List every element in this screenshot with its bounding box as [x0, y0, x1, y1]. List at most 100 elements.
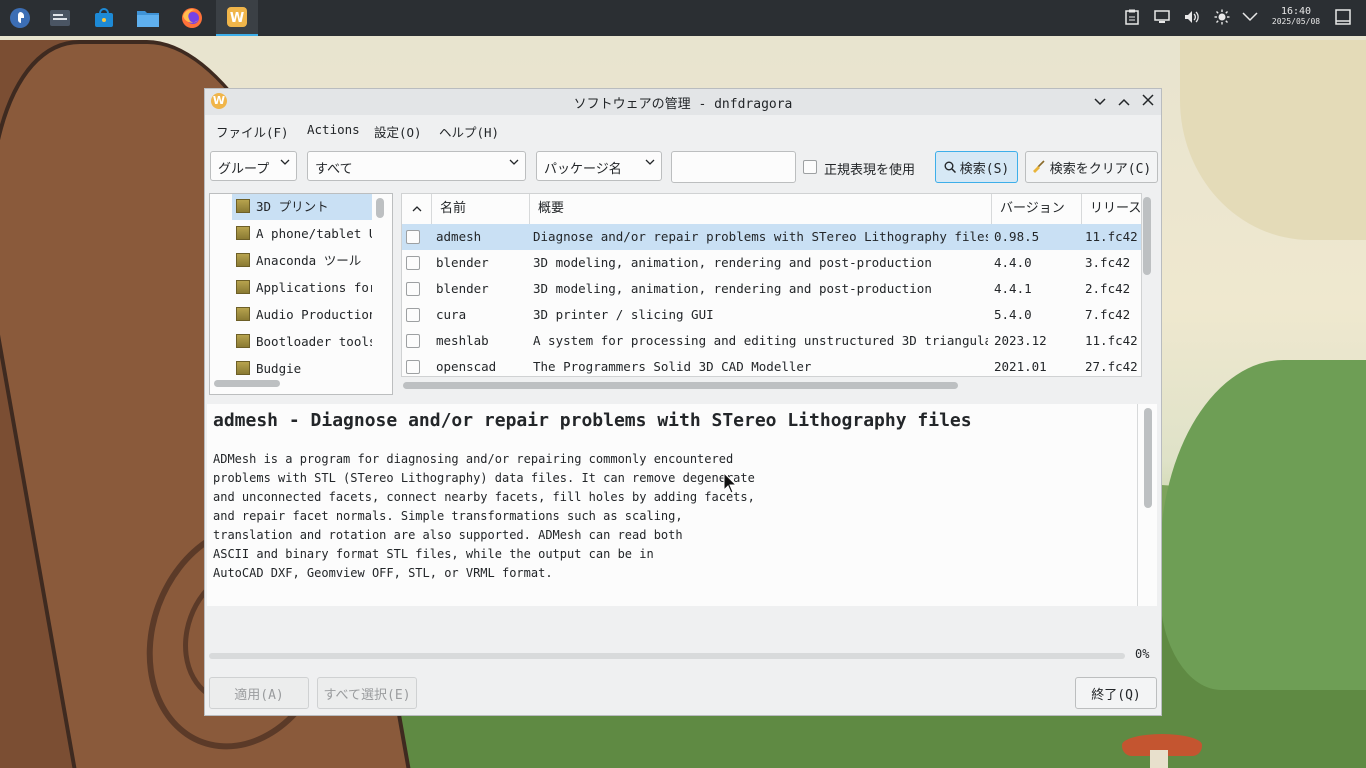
software-store-icon[interactable] — [84, 0, 124, 36]
cell-version: 4.4.0 — [994, 255, 1032, 270]
search-icon — [944, 161, 956, 173]
description-scrollbar[interactable] — [1144, 408, 1152, 508]
column-header-summary[interactable]: 概要 — [530, 194, 992, 224]
firefox-icon[interactable] — [172, 0, 212, 36]
cell-name: openscad — [436, 359, 497, 374]
apply-button[interactable]: 適用(A) — [209, 677, 309, 709]
menu-actions[interactable]: Actions — [307, 122, 360, 137]
group-icon — [236, 307, 250, 321]
group-item[interactable]: A phone/tablet UX — [232, 221, 372, 247]
group-icon — [236, 280, 250, 294]
menu-settings[interactable]: 設定(O) — [374, 122, 422, 141]
table-row[interactable]: admesh Diagnose and/or repair problems w… — [402, 224, 1141, 250]
cell-version: 2021.01 — [994, 359, 1047, 374]
cell-name: cura — [436, 307, 467, 322]
clear-search-button[interactable]: 検索をクリア(C) — [1025, 151, 1158, 183]
search-input[interactable] — [671, 151, 796, 183]
minimize-icon[interactable] — [1091, 93, 1109, 111]
table-row[interactable]: blender 3D modeling, animation, renderin… — [402, 250, 1141, 276]
menu-help[interactable]: ヘルプ(H) — [439, 122, 499, 141]
status-combo[interactable]: すべて — [307, 151, 526, 181]
row-checkbox[interactable] — [406, 256, 420, 270]
chevron-down-icon — [645, 159, 655, 165]
search-button-label: 検索(S) — [959, 161, 1010, 177]
row-checkbox[interactable] — [406, 308, 420, 322]
regex-label: 正規表現を使用 — [824, 163, 916, 178]
group-icon — [236, 334, 250, 348]
chevron-down-icon[interactable] — [1241, 8, 1259, 26]
description-body: ADMesh is a program for diagnosing and/o… — [213, 452, 755, 580]
group-tree[interactable]: 3D プリント A phone/tablet UX Anaconda ツール A… — [209, 193, 393, 395]
clock[interactable]: 16:40 2025/05/08 — [1264, 7, 1328, 27]
column-header-name[interactable]: 名前 — [432, 194, 530, 224]
cell-release: 11.fc42 — [1085, 229, 1138, 244]
broom-icon — [1032, 160, 1045, 173]
tree-horizontal-scrollbar[interactable] — [214, 380, 280, 387]
volume-icon[interactable] — [1183, 8, 1201, 26]
sort-column-header[interactable] — [402, 194, 432, 224]
table-horizontal-scrollbar[interactable] — [403, 382, 958, 389]
cell-version: 0.98.5 — [994, 229, 1040, 244]
cell-name: admesh — [436, 229, 482, 244]
clear-search-button-label: 検索をクリア(C) — [1049, 161, 1152, 177]
cell-summary: 3D modeling, animation, rendering and po… — [533, 281, 932, 296]
cell-version: 4.4.1 — [994, 281, 1032, 296]
group-icon — [236, 226, 250, 240]
title-bar[interactable]: W ソフトウェアの管理 - dnfdragora — [205, 89, 1161, 115]
group-item[interactable]: Audio Production — [232, 302, 372, 328]
task-manager-icon[interactable] — [40, 0, 80, 36]
menu-file[interactable]: ファイル(F) — [216, 122, 289, 141]
cell-release: 11.fc42 — [1085, 333, 1138, 348]
table-row[interactable]: cura 3D printer / slicing GUI 5.4.0 7.fc… — [402, 302, 1141, 328]
search-button[interactable]: 検索(S) — [935, 151, 1018, 183]
table-row[interactable]: openscad The Programmers Solid 3D CAD Mo… — [402, 354, 1141, 376]
group-item[interactable]: Bootloader tools t — [232, 329, 372, 355]
group-item[interactable]: 3D プリント — [232, 194, 372, 220]
column-header-version[interactable]: バージョン — [992, 194, 1082, 224]
clipboard-icon[interactable] — [1123, 8, 1141, 26]
table-vertical-scrollbar[interactable] — [1143, 197, 1151, 275]
column-header-release[interactable]: リリース — [1082, 194, 1141, 224]
search-field-combo[interactable]: パッケージ名 — [536, 151, 662, 181]
window-title: ソフトウェアの管理 - dnfdragora — [573, 97, 793, 112]
group-item[interactable]: Budgie — [232, 356, 372, 382]
progress-text: 0% — [1135, 647, 1150, 661]
clock-date: 2025/05/08 — [1271, 17, 1321, 26]
cell-summary: 3D printer / slicing GUI — [533, 307, 714, 322]
chevron-down-icon — [509, 159, 519, 165]
mouse-cursor-icon — [723, 472, 737, 494]
cell-summary: The Programmers Solid 3D CAD Modeller — [533, 359, 812, 374]
row-checkbox[interactable] — [406, 334, 420, 348]
select-all-button[interactable]: すべて選択(E) — [317, 677, 417, 709]
group-icon — [236, 253, 250, 267]
group-item[interactable]: Applications for t — [232, 275, 372, 301]
taskbar: W 16:40 2025/05/08 — [0, 0, 1366, 36]
maximize-icon[interactable] — [1115, 93, 1133, 111]
fedora-launcher-icon[interactable] — [0, 0, 40, 36]
svg-text:W: W — [230, 11, 244, 26]
row-checkbox[interactable] — [406, 282, 420, 296]
brightness-icon[interactable] — [1213, 8, 1231, 26]
cell-release: 7.fc42 — [1085, 307, 1131, 322]
close-icon[interactable] — [1139, 93, 1157, 111]
regex-checkbox[interactable] — [803, 160, 817, 174]
status-combo-value: すべて — [315, 162, 353, 177]
group-combo[interactable]: グループ — [210, 151, 297, 181]
dnfdragora-icon[interactable]: W — [216, 0, 258, 36]
tree-vertical-scrollbar[interactable] — [376, 198, 384, 218]
cell-name: blender — [436, 255, 489, 270]
row-checkbox[interactable] — [406, 230, 420, 244]
group-icon — [236, 199, 250, 213]
show-desktop-icon[interactable] — [1334, 8, 1352, 26]
cell-name: meshlab — [436, 333, 489, 348]
network-icon[interactable] — [1153, 8, 1171, 26]
file-manager-icon[interactable] — [128, 0, 168, 36]
cell-summary: A system for processing and editing unst… — [533, 333, 988, 348]
table-row[interactable]: blender 3D modeling, animation, renderin… — [402, 276, 1141, 302]
table-row[interactable]: meshlab A system for processing and edit… — [402, 328, 1141, 354]
row-checkbox[interactable] — [406, 360, 420, 374]
cell-release: 27.fc42 — [1085, 359, 1138, 374]
group-item[interactable]: Anaconda ツール — [232, 248, 372, 274]
quit-button[interactable]: 終了(Q) — [1075, 677, 1157, 709]
group-combo-value: グループ — [218, 162, 270, 177]
